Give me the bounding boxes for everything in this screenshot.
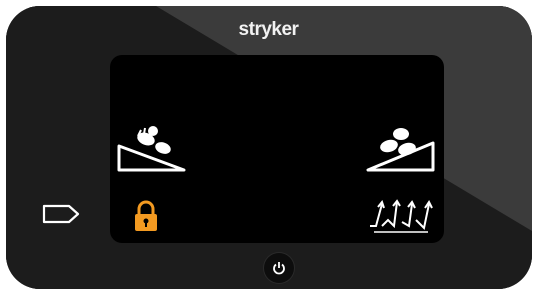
power-button[interactable]: [264, 253, 294, 283]
lock-button[interactable]: [133, 200, 159, 237]
tag-outline-icon: [42, 204, 80, 224]
head-of-bed-down-icon: [117, 126, 186, 172]
bed-exit-button[interactable]: [366, 196, 436, 239]
brand-logo: stryker: [238, 19, 299, 40]
power-icon: [273, 262, 285, 275]
head-of-bed-down-button[interactable]: [116, 123, 188, 180]
head-of-bed-up-button[interactable]: [363, 123, 437, 180]
side-button[interactable]: [42, 204, 80, 229]
head-of-bed-up-icon: [366, 128, 435, 172]
lock-icon: [135, 200, 157, 231]
bed-exit-arrows-icon: [370, 199, 433, 233]
